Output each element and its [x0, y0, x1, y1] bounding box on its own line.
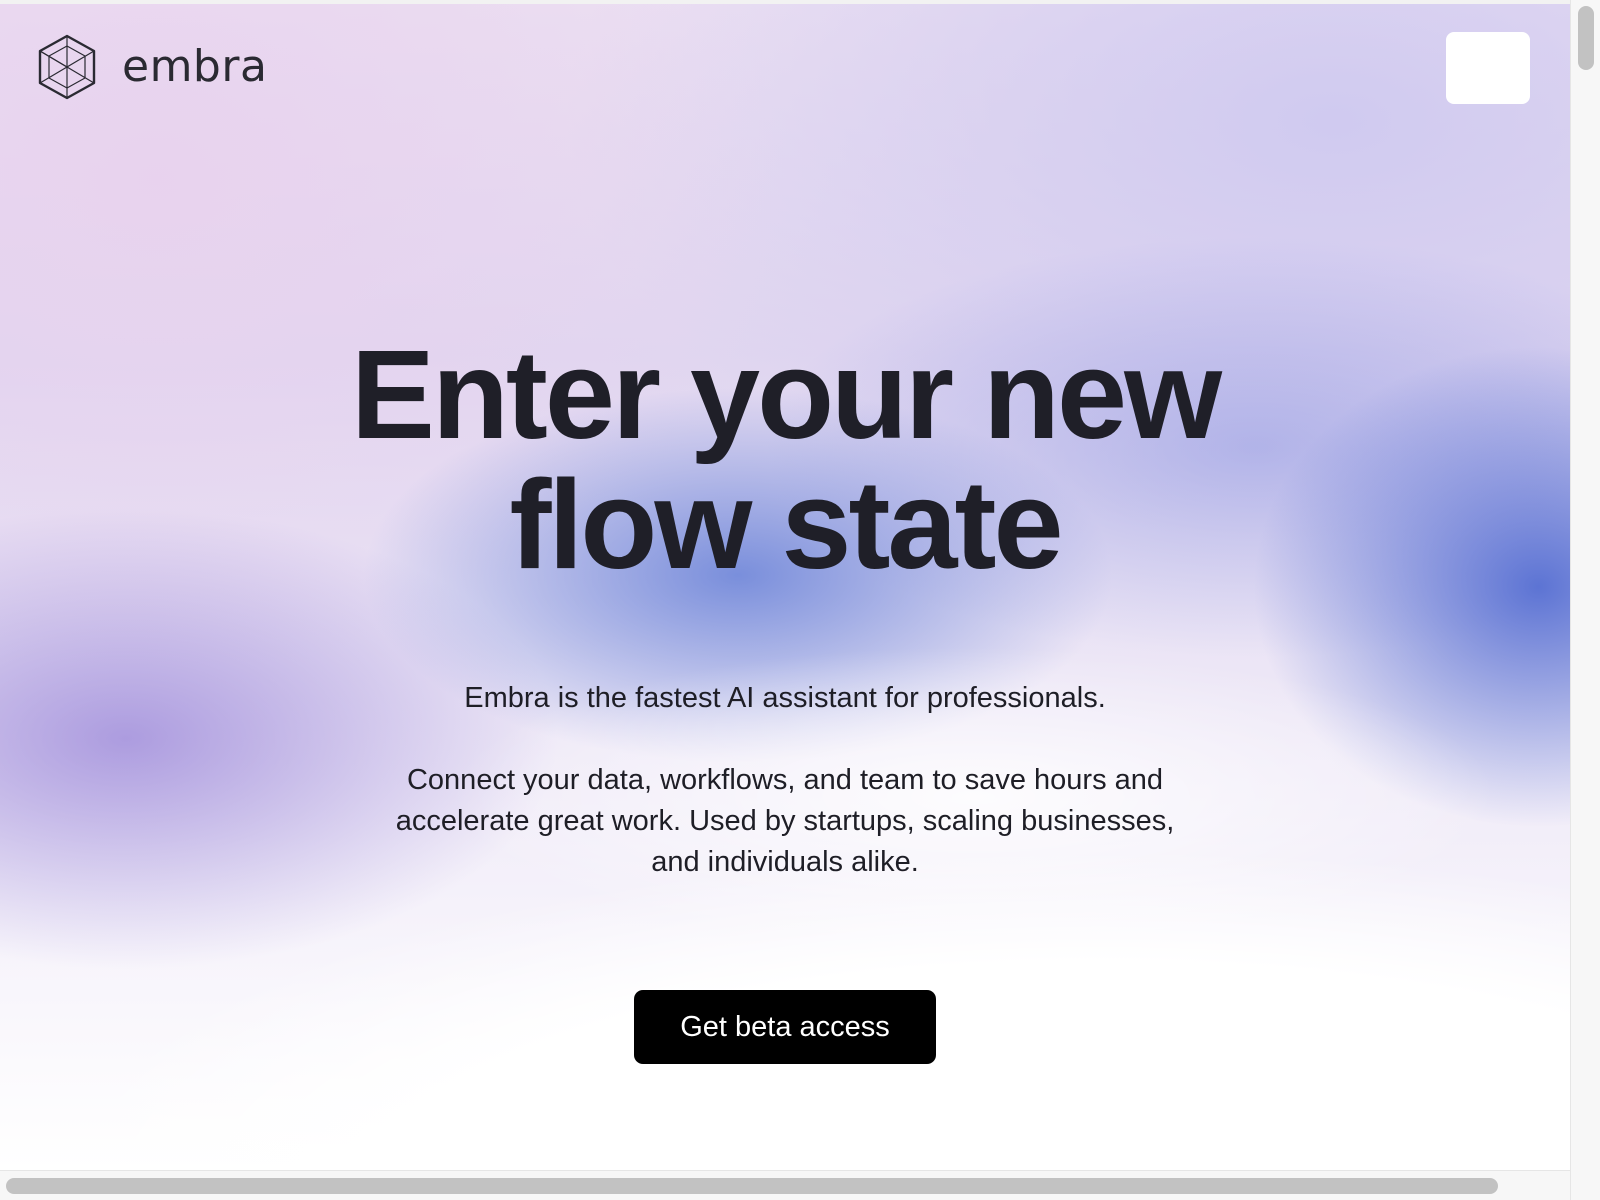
hero-title: Enter your new flow state: [300, 330, 1270, 590]
get-beta-access-button[interactable]: Get beta access: [634, 990, 936, 1064]
horizontal-scrollbar-thumb[interactable]: [6, 1178, 1498, 1194]
menu-button[interactable]: [1446, 32, 1530, 104]
vertical-scrollbar-track[interactable]: [1570, 0, 1600, 1200]
hero-description: Connect your data, workflows, and team t…: [395, 764, 1175, 878]
vertical-scrollbar-thumb[interactable]: [1578, 6, 1594, 70]
cube-wireframe-icon: [38, 34, 96, 100]
brand-name: embra: [122, 41, 268, 92]
hero-tagline: Embra is the fastest AI assistant for pr…: [464, 682, 1106, 714]
hero-title-line-2: flow state: [509, 454, 1063, 595]
brand-logo-link[interactable]: embra: [38, 34, 267, 100]
hero-title-line-1: Enter your new: [350, 324, 1222, 465]
